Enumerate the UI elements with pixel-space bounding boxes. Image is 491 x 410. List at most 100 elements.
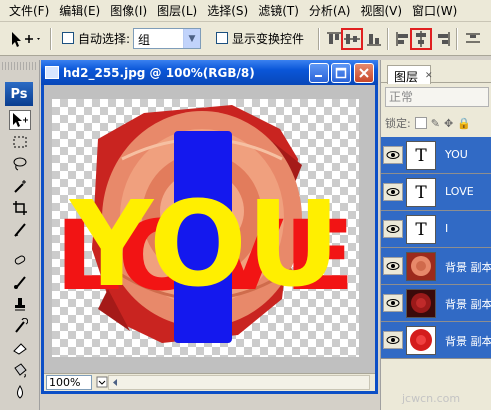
close-button[interactable] (354, 63, 374, 83)
auto-select-value: 组 (138, 33, 151, 47)
layer-name: 背景 副本 (445, 261, 491, 274)
close-icon[interactable]: ✕ (425, 71, 433, 81)
lock-paint-icon[interactable]: ✎ (431, 117, 440, 130)
layers-panel-tabs: 图层 ✕ (381, 63, 491, 84)
healing-brush-tool-icon[interactable] (9, 250, 31, 270)
slice-tool-icon[interactable] (9, 220, 31, 240)
menu-analysis[interactable]: 分析(A) (304, 2, 356, 19)
visibility-eye-icon[interactable] (383, 220, 403, 238)
lock-all-icon[interactable]: 🔒 (457, 117, 471, 130)
photoshop-logo-icon: Ps (5, 82, 33, 106)
align-vertical-center-icon[interactable] (341, 28, 363, 50)
image-canvas[interactable]: LOVE YOU (52, 99, 359, 357)
layer-name: YOU (445, 148, 468, 161)
horizontal-scrollbar[interactable] (108, 375, 370, 390)
menu-file[interactable]: 文件(F) (4, 2, 54, 19)
layer-name: LOVE (445, 185, 474, 198)
minimize-icon (315, 75, 322, 77)
toolbox: Ps (0, 60, 40, 410)
crop-tool-icon[interactable] (9, 198, 31, 218)
auto-select-dropdown[interactable]: 组 ▼ (133, 28, 201, 49)
menu-image[interactable]: 图像(I) (105, 2, 152, 19)
lock-move-icon[interactable]: ✥ (444, 117, 453, 130)
menu-edit[interactable]: 编辑(E) (54, 2, 105, 19)
layer-name: 背景 副本 (445, 335, 491, 348)
auto-select-label: 自动选择: (78, 32, 131, 46)
visibility-eye-icon[interactable] (383, 183, 403, 201)
menu-select[interactable]: 选择(S) (202, 2, 253, 19)
visibility-eye-icon[interactable] (383, 331, 403, 349)
distribute-top-icon[interactable] (464, 30, 482, 48)
layer-name: 背景 副本 (445, 298, 491, 311)
separator (456, 28, 458, 50)
marquee-tool-icon[interactable] (9, 132, 31, 152)
visibility-eye-icon[interactable] (383, 257, 403, 275)
options-bar: 自动选择: 组 ▼ 显示变换控件 (0, 22, 491, 56)
eraser-tool-icon[interactable] (9, 338, 31, 358)
menu-view[interactable]: 视图(V) (355, 2, 407, 19)
artwork: LOVE YOU (55, 105, 355, 343)
blur-tool-icon[interactable] (9, 382, 31, 402)
menu-filter[interactable]: 滤镜(T) (253, 2, 304, 19)
menu-window[interactable]: 窗口(W) (407, 2, 462, 19)
gradient-tool-icon[interactable] (9, 360, 31, 380)
show-transform-checkbox[interactable] (216, 32, 228, 44)
maximize-button[interactable] (331, 63, 351, 83)
document-title: hd2_255.jpg @ 100%(RGB/8) (63, 65, 255, 80)
separator (50, 28, 52, 50)
brush-tool-icon[interactable] (9, 272, 31, 292)
visibility-eye-icon[interactable] (383, 294, 403, 312)
tab-layers[interactable]: 图层 ✕ (387, 65, 433, 84)
align-right-icon[interactable] (434, 30, 452, 48)
close-icon (359, 68, 369, 78)
document-window: hd2_255.jpg @ 100%(RGB/8) YOU 100% (41, 60, 378, 394)
rose-layer-thumbnail (406, 289, 436, 318)
text-layer-thumbnail: T (406, 141, 436, 170)
move-tool-icon[interactable] (9, 110, 31, 130)
layer-row[interactable]: T I (381, 211, 491, 248)
separator (318, 28, 320, 50)
magic-wand-tool-icon[interactable] (9, 176, 31, 196)
tool-preset-picker[interactable] (8, 29, 42, 49)
align-bottom-icon[interactable] (365, 30, 383, 48)
separator (387, 28, 389, 50)
watermark: jcwcn.com (380, 378, 491, 410)
layer-row[interactable]: 背景 副本 (381, 285, 491, 322)
lock-row: 锁定: ✎ ✥ 🔒 (385, 114, 491, 132)
tab-layers-label: 图层 (394, 70, 419, 84)
blend-mode-dropdown[interactable]: 正常 (385, 87, 489, 107)
clone-stamp-tool-icon[interactable] (9, 294, 31, 314)
lock-label: 锁定: (385, 117, 411, 130)
menu-bar: 文件(F) 编辑(E) 图像(I) 图层(L) 选择(S) 滤镜(T) 分析(A… (0, 0, 491, 22)
layer-row[interactable]: 背景 副本 (381, 322, 491, 359)
blend-mode-value: 正常 (389, 90, 414, 104)
status-menu-icon[interactable] (96, 376, 108, 388)
zoom-field[interactable]: 100% (46, 375, 92, 390)
move-tool-icon (12, 32, 40, 47)
auto-select-checkbox[interactable] (62, 32, 74, 44)
layer-row[interactable]: T LOVE (381, 174, 491, 211)
menu-layer[interactable]: 图层(L) (152, 2, 202, 19)
text-layer-thumbnail: T (406, 215, 436, 244)
watermark-text: jcwcn.com (402, 392, 461, 405)
show-transform-label: 显示变换控件 (232, 32, 305, 46)
canvas-area: LOVE YOU (44, 85, 375, 373)
maximize-icon (335, 67, 347, 79)
you-text: YOU (68, 175, 340, 313)
text-layer-thumbnail: T (406, 178, 436, 207)
status-bar: 100% (44, 373, 375, 391)
toolbox-grip[interactable] (2, 62, 37, 70)
layer-row[interactable]: T YOU (381, 137, 491, 174)
minimize-button[interactable] (309, 63, 329, 83)
history-brush-tool-icon[interactable] (9, 316, 31, 336)
scroll-left-icon[interactable] (110, 377, 121, 388)
rose-layer-thumbnail (406, 252, 436, 281)
align-horizontal-center-icon[interactable] (410, 28, 432, 50)
layer-name: I (445, 222, 449, 235)
lock-transparent-checkbox[interactable] (414, 117, 427, 129)
layer-row[interactable]: 背景 副本 (381, 248, 491, 285)
chevron-down-icon: ▼ (183, 29, 200, 48)
lasso-tool-icon[interactable] (9, 154, 31, 174)
visibility-eye-icon[interactable] (383, 146, 403, 164)
document-icon (45, 66, 59, 79)
